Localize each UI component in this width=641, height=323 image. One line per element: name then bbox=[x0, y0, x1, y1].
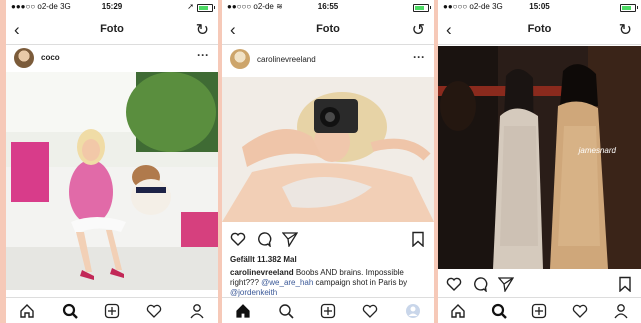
status-bar: ●●●○○ o2-de 3G 15:29 ➚ bbox=[6, 0, 218, 14]
tab-bar bbox=[222, 297, 434, 323]
more-icon[interactable]: ··· bbox=[197, 48, 209, 62]
home-icon[interactable] bbox=[16, 301, 38, 321]
username[interactable]: coco bbox=[41, 53, 60, 62]
tab-bar bbox=[438, 297, 641, 323]
refresh-icon[interactable]: ↻ bbox=[196, 20, 209, 40]
heart-icon[interactable] bbox=[230, 231, 246, 252]
search-icon[interactable] bbox=[275, 301, 297, 321]
status-bar: ●●○○○ o2-de ≋ 16:55 bbox=[222, 0, 434, 14]
refresh-icon[interactable]: ↺ bbox=[412, 20, 425, 40]
post-actions bbox=[230, 231, 426, 249]
post-header: carolinevreeland ··· bbox=[222, 45, 434, 75]
post-photo[interactable]: jamesnard bbox=[438, 46, 641, 269]
time-label: 15:05 bbox=[529, 2, 550, 11]
post-photo[interactable] bbox=[6, 72, 218, 290]
more-icon[interactable]: ··· bbox=[413, 50, 425, 64]
home-icon[interactable] bbox=[447, 301, 469, 321]
post-header: coco ··· bbox=[6, 45, 218, 71]
battery-icon bbox=[620, 4, 638, 12]
likes-count: Gefällt 11.382 Mal bbox=[230, 255, 297, 264]
post-photo[interactable] bbox=[222, 77, 434, 222]
send-icon[interactable] bbox=[497, 276, 515, 297]
avatar[interactable] bbox=[14, 48, 34, 68]
heart-icon[interactable] bbox=[569, 301, 591, 321]
heart-icon[interactable] bbox=[143, 301, 165, 321]
refresh-icon[interactable]: ↻ bbox=[619, 20, 632, 40]
comment-icon[interactable] bbox=[472, 276, 488, 297]
page-title: Foto bbox=[527, 23, 552, 35]
nav-bar: ‹ Foto ↻ bbox=[438, 14, 641, 45]
location-icon: ➚ bbox=[187, 2, 194, 11]
comment-icon[interactable] bbox=[256, 231, 272, 252]
caption-text: campaign shot in Paris by bbox=[313, 278, 408, 287]
caption-username[interactable]: carolinevreeland bbox=[230, 268, 294, 277]
bookmark-icon[interactable] bbox=[617, 276, 633, 297]
profile-icon[interactable] bbox=[610, 301, 632, 321]
battery-icon bbox=[197, 4, 215, 12]
battery-icon bbox=[413, 4, 431, 12]
status-bar: ●●○○○ o2-de 3G 15:05 bbox=[438, 0, 641, 14]
home-icon[interactable] bbox=[232, 301, 254, 321]
time-label: 16:55 bbox=[317, 2, 339, 11]
heart-icon[interactable] bbox=[359, 301, 381, 321]
mention-link[interactable]: @jordenkeith bbox=[230, 288, 277, 297]
add-icon[interactable] bbox=[528, 301, 550, 321]
screenshot-collage: ●●●○○ o2-de 3G 15:29 ➚ ‹ Foto ↻ coco ··· bbox=[0, 0, 641, 323]
send-icon[interactable] bbox=[281, 231, 299, 252]
heart-icon[interactable] bbox=[446, 276, 462, 297]
nav-bar: ‹ Foto ↺ bbox=[222, 14, 434, 45]
nav-bar: ‹ Foto ↻ bbox=[6, 14, 218, 45]
username[interactable]: carolinevreeland bbox=[257, 55, 316, 64]
page-title: Foto bbox=[316, 23, 340, 35]
add-icon[interactable] bbox=[317, 301, 339, 321]
post-actions bbox=[446, 276, 633, 294]
photo-watermark: jamesnard bbox=[578, 146, 616, 155]
panel-kardashian: ●●○○○ o2-de 3G 15:05 ‹ Foto ↻ jamesnard bbox=[438, 0, 641, 323]
post-caption: carolinevreeland Boobs AND brains. Impos… bbox=[230, 268, 426, 298]
profile-icon[interactable] bbox=[402, 301, 424, 321]
avatar[interactable] bbox=[230, 49, 250, 69]
mention-link[interactable]: @we_are_hah bbox=[261, 278, 313, 287]
tab-bar bbox=[6, 297, 218, 323]
search-icon[interactable] bbox=[59, 301, 81, 321]
panel-carolinevreeland: ●●○○○ o2-de ≋ 16:55 ‹ Foto ↺ carolinevre… bbox=[222, 0, 434, 323]
profile-icon[interactable] bbox=[186, 301, 208, 321]
add-icon[interactable] bbox=[101, 301, 123, 321]
panel-coco: ●●●○○ o2-de 3G 15:29 ➚ ‹ Foto ↻ coco ··· bbox=[6, 0, 218, 323]
page-title: Foto bbox=[100, 23, 124, 35]
search-icon[interactable] bbox=[488, 301, 510, 321]
time-label: 15:29 bbox=[101, 2, 123, 11]
bookmark-icon[interactable] bbox=[410, 231, 426, 252]
